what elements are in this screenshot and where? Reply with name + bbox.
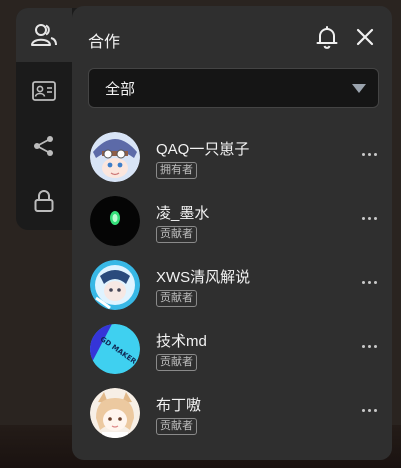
more-button[interactable] (358, 210, 380, 226)
sidebar-item-share[interactable] (16, 119, 72, 173)
dropdown-arrow-icon (352, 84, 366, 93)
sidebar-item-collaborate[interactable] (16, 8, 72, 62)
more-button[interactable] (358, 146, 380, 162)
bell-icon (316, 26, 338, 49)
member-row[interactable]: XWS清风解说 贡献者 (90, 260, 386, 316)
close-button[interactable] (352, 24, 378, 50)
lock-icon (34, 190, 54, 212)
avatar (90, 260, 140, 310)
notification-button[interactable] (314, 24, 340, 50)
member-name: 凌_墨水 (156, 205, 210, 222)
member-row[interactable]: GD MAKER 技术md 贡献者 (90, 324, 386, 380)
role-badge: 贡献者 (156, 418, 197, 435)
role-badge: 贡献者 (156, 290, 197, 307)
collaboration-panel: 合作 全部 QAQ一只崽子 拥有者 凌_墨水 贡献者 XWS清风解说 贡献者 G… (72, 6, 392, 460)
role-badge: 拥有者 (156, 162, 197, 179)
role-badge: 贡献者 (156, 226, 197, 243)
member-name: 布丁嗷 (156, 397, 202, 414)
member-row[interactable]: 凌_墨水 贡献者 (90, 196, 386, 252)
avatar (90, 196, 140, 246)
more-button[interactable] (358, 274, 380, 290)
avatar (90, 388, 140, 438)
share-icon (34, 136, 53, 156)
more-button[interactable] (358, 338, 380, 354)
filter-select-value: 全部 (105, 80, 136, 98)
member-row[interactable]: QAQ一只崽子 拥有者 (90, 132, 386, 188)
avatar (90, 132, 140, 182)
sidebar-item-lock[interactable] (16, 174, 72, 228)
sidebar-item-profile[interactable] (16, 64, 72, 118)
role-badge: 贡献者 (156, 354, 197, 371)
filter-select[interactable]: 全部 (88, 68, 379, 108)
people-icon (31, 24, 57, 46)
panel-title: 合作 (88, 34, 121, 51)
avatar: GD MAKER (90, 324, 140, 374)
id-card-icon (32, 81, 56, 101)
member-row[interactable]: 布丁嗷 贡献者 (90, 388, 386, 444)
member-name: QAQ一只崽子 (156, 141, 250, 158)
more-button[interactable] (358, 402, 380, 418)
close-icon (356, 28, 374, 46)
member-name: XWS清风解说 (156, 269, 251, 286)
member-name: 技术md (156, 333, 207, 350)
